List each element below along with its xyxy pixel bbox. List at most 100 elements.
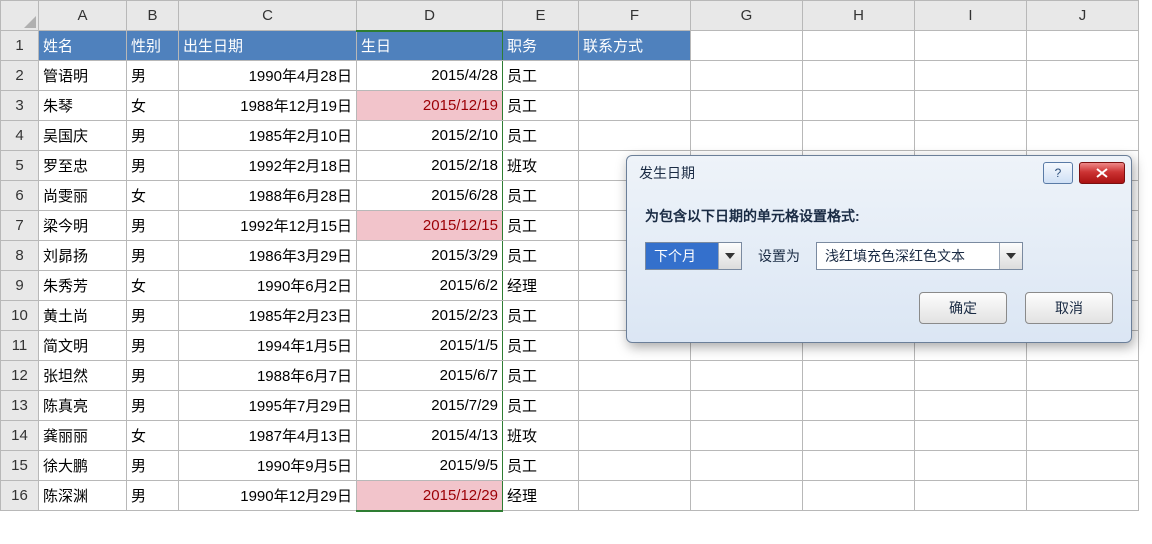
cell-C3[interactable]: 1988年12月19日 [179, 91, 357, 121]
cell-D5[interactable]: 2015/2/18 [357, 151, 503, 181]
cell-B9[interactable]: 女 [127, 271, 179, 301]
cell-B16[interactable]: 男 [127, 481, 179, 511]
cell-X13[interactable] [915, 391, 1027, 421]
cell-X2[interactable] [803, 61, 915, 91]
cell-B3[interactable]: 女 [127, 91, 179, 121]
cell-B11[interactable]: 男 [127, 331, 179, 361]
col-header-B[interactable]: B [127, 1, 179, 31]
cell-D14[interactable]: 2015/4/13 [357, 421, 503, 451]
cell-E7[interactable]: 员工 [503, 211, 579, 241]
cell-D6[interactable]: 2015/6/28 [357, 181, 503, 211]
cell-X4[interactable] [803, 121, 915, 151]
cell-C7[interactable]: 1992年12月15日 [179, 211, 357, 241]
cell-A12[interactable]: 张坦然 [39, 361, 127, 391]
cell-F13[interactable] [579, 391, 691, 421]
cell-X14[interactable] [1027, 421, 1139, 451]
cell-empty[interactable] [915, 31, 1027, 61]
row-header-14[interactable]: 14 [1, 421, 39, 451]
cell-A3[interactable]: 朱琴 [39, 91, 127, 121]
cell-X12[interactable] [1027, 361, 1139, 391]
cell-empty[interactable] [803, 31, 915, 61]
row-header-10[interactable]: 10 [1, 301, 39, 331]
row-header-3[interactable]: 3 [1, 91, 39, 121]
format-dropdown[interactable]: 浅红填充色深红色文本 [816, 242, 1023, 270]
cell-C4[interactable]: 1985年2月10日 [179, 121, 357, 151]
cell-F3[interactable] [579, 91, 691, 121]
row-header-5[interactable]: 5 [1, 151, 39, 181]
cell-X4[interactable] [1027, 121, 1139, 151]
header-cell-F[interactable]: 联系方式 [579, 31, 691, 61]
cell-X13[interactable] [803, 391, 915, 421]
cell-E10[interactable]: 员工 [503, 301, 579, 331]
cell-F12[interactable] [579, 361, 691, 391]
cell-E8[interactable]: 员工 [503, 241, 579, 271]
cell-B14[interactable]: 女 [127, 421, 179, 451]
col-header-E[interactable]: E [503, 1, 579, 31]
cell-B13[interactable]: 男 [127, 391, 179, 421]
row-header-4[interactable]: 4 [1, 121, 39, 151]
cell-C11[interactable]: 1994年1月5日 [179, 331, 357, 361]
cell-A5[interactable]: 罗至忠 [39, 151, 127, 181]
cell-X14[interactable] [803, 421, 915, 451]
row-header-16[interactable]: 16 [1, 481, 39, 511]
dialog-titlebar[interactable]: 发生日期 ? [627, 156, 1131, 190]
cell-X14[interactable] [915, 421, 1027, 451]
col-header-D[interactable]: D [357, 1, 503, 31]
row-header-2[interactable]: 2 [1, 61, 39, 91]
row-header-6[interactable]: 6 [1, 181, 39, 211]
cell-E14[interactable]: 班攻 [503, 421, 579, 451]
cell-X3[interactable] [915, 91, 1027, 121]
cell-D8[interactable]: 2015/3/29 [357, 241, 503, 271]
cell-F15[interactable] [579, 451, 691, 481]
cell-D10[interactable]: 2015/2/23 [357, 301, 503, 331]
cell-D4[interactable]: 2015/2/10 [357, 121, 503, 151]
select-all-corner[interactable] [1, 1, 39, 31]
cell-D13[interactable]: 2015/7/29 [357, 391, 503, 421]
cell-A8[interactable]: 刘昴扬 [39, 241, 127, 271]
cell-B2[interactable]: 男 [127, 61, 179, 91]
ok-button[interactable]: 确定 [919, 292, 1007, 324]
cell-C5[interactable]: 1992年2月18日 [179, 151, 357, 181]
cell-F14[interactable] [579, 421, 691, 451]
cell-C10[interactable]: 1985年2月23日 [179, 301, 357, 331]
row-header-12[interactable]: 12 [1, 361, 39, 391]
cell-A15[interactable]: 徐大鹏 [39, 451, 127, 481]
cell-B8[interactable]: 男 [127, 241, 179, 271]
cell-X14[interactable] [691, 421, 803, 451]
cell-E6[interactable]: 员工 [503, 181, 579, 211]
cell-X15[interactable] [803, 451, 915, 481]
dialog-close-button[interactable] [1079, 162, 1125, 184]
cell-E11[interactable]: 员工 [503, 331, 579, 361]
row-header-1[interactable]: 1 [1, 31, 39, 61]
col-header-C[interactable]: C [179, 1, 357, 31]
cell-B5[interactable]: 男 [127, 151, 179, 181]
cell-C6[interactable]: 1988年6月28日 [179, 181, 357, 211]
cell-F2[interactable] [579, 61, 691, 91]
cell-A14[interactable]: 龚丽丽 [39, 421, 127, 451]
row-header-11[interactable]: 11 [1, 331, 39, 361]
header-cell-A[interactable]: 姓名 [39, 31, 127, 61]
cell-empty[interactable] [691, 31, 803, 61]
cell-empty[interactable] [1027, 31, 1139, 61]
cell-X12[interactable] [803, 361, 915, 391]
cancel-button[interactable]: 取消 [1025, 292, 1113, 324]
cell-A10[interactable]: 黄土尚 [39, 301, 127, 331]
cell-X13[interactable] [691, 391, 803, 421]
cell-E16[interactable]: 经理 [503, 481, 579, 511]
col-header-I[interactable]: I [915, 1, 1027, 31]
cell-E15[interactable]: 员工 [503, 451, 579, 481]
cell-B15[interactable]: 男 [127, 451, 179, 481]
cell-X2[interactable] [691, 61, 803, 91]
cell-X3[interactable] [691, 91, 803, 121]
cell-X2[interactable] [915, 61, 1027, 91]
cell-A6[interactable]: 尚雯丽 [39, 181, 127, 211]
cell-B6[interactable]: 女 [127, 181, 179, 211]
cell-B7[interactable]: 男 [127, 211, 179, 241]
cell-A9[interactable]: 朱秀芳 [39, 271, 127, 301]
cell-D2[interactable]: 2015/4/28 [357, 61, 503, 91]
cell-C16[interactable]: 1990年12月29日 [179, 481, 357, 511]
period-dropdown[interactable]: 下个月 [645, 242, 742, 270]
row-header-13[interactable]: 13 [1, 391, 39, 421]
cell-E9[interactable]: 经理 [503, 271, 579, 301]
cell-X15[interactable] [691, 451, 803, 481]
